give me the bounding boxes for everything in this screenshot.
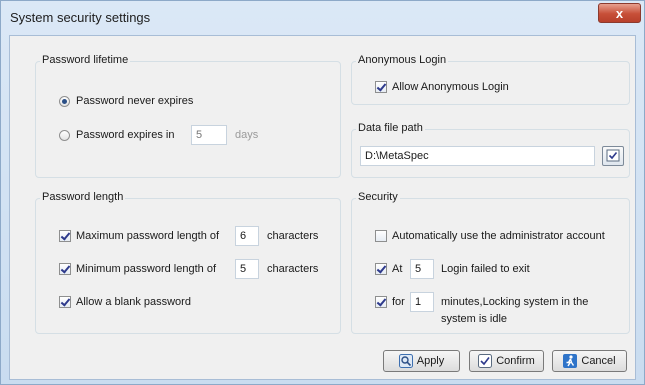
apply-label: Apply [416,355,445,367]
max-length-checkbox[interactable] [59,230,71,242]
login-failed-checkbox[interactable] [375,263,387,275]
idle-lock-label-line2: system is idle [441,313,508,325]
allow-blank-checkbox[interactable] [59,296,71,308]
admin-account-checkbox[interactable] [375,230,387,242]
password-length-group: Password length Maximum password length … [35,191,341,334]
expires-in-radio[interactable] [59,130,70,141]
password-lifetime-group: Password lifetime Password never expires… [35,54,341,178]
max-length-label: Maximum password length of [76,230,220,242]
data-file-path-group: Data file path D:\MetaSpec [351,122,630,178]
idle-lock-checkbox[interactable] [375,296,387,308]
days-label: days [235,129,259,141]
allow-anonymous-checkbox[interactable] [375,81,387,93]
security-group: Security Automatically use the administr… [351,191,630,334]
confirm-button[interactable]: Confirm [469,350,544,372]
data-file-path-input[interactable]: D:\MetaSpec [360,146,595,166]
never-expires-radio[interactable] [59,96,70,107]
max-length-unit: characters [267,230,319,242]
close-button[interactable]: x [598,3,641,23]
idle-minutes-input[interactable]: 1 [410,292,434,312]
browse-button[interactable] [602,146,624,166]
cancel-label: Cancel [581,355,616,367]
allow-anonymous-label: Allow Anonymous Login [392,81,509,93]
title-bar[interactable]: System security settings x [1,1,644,33]
expires-days-input[interactable]: 5 [191,125,227,145]
anonymous-login-group: Anonymous Login Allow Anonymous Login [351,54,630,105]
dialog-body: Password lifetime Password never expires… [9,35,636,380]
for-label: for [392,296,405,308]
login-attempts-input[interactable]: 5 [410,259,434,279]
allow-blank-label: Allow a blank password [76,296,191,308]
idle-lock-label: minutes,Locking system in the [441,296,589,308]
confirm-label: Confirm [496,355,535,367]
anonymous-login-title: Anonymous Login [356,54,449,66]
login-failed-label: Login failed to exit [441,263,530,275]
min-length-input[interactable]: 5 [235,259,259,279]
magnifier-icon [398,354,413,368]
settings-window: System security settings x Password life… [0,0,645,385]
admin-account-label: Automatically use the administrator acco… [392,230,605,242]
expires-in-label: Password expires in [76,129,175,141]
checkmark-icon [478,354,493,368]
min-length-unit: characters [267,263,319,275]
browse-icon [606,149,620,162]
apply-button[interactable]: Apply [383,350,460,372]
cancel-button[interactable]: Cancel [552,350,627,372]
min-length-label: Minimum password length of [76,263,217,275]
at-label: At [392,263,403,275]
exit-icon [563,354,578,368]
data-file-path-title: Data file path [356,122,425,134]
window-title: System security settings [10,10,151,25]
close-icon: x [615,6,624,21]
password-length-title: Password length [40,191,126,203]
security-title: Security [356,191,400,203]
max-length-input[interactable]: 6 [235,226,259,246]
password-lifetime-title: Password lifetime [40,54,131,66]
never-expires-label: Password never expires [76,95,194,107]
min-length-checkbox[interactable] [59,263,71,275]
